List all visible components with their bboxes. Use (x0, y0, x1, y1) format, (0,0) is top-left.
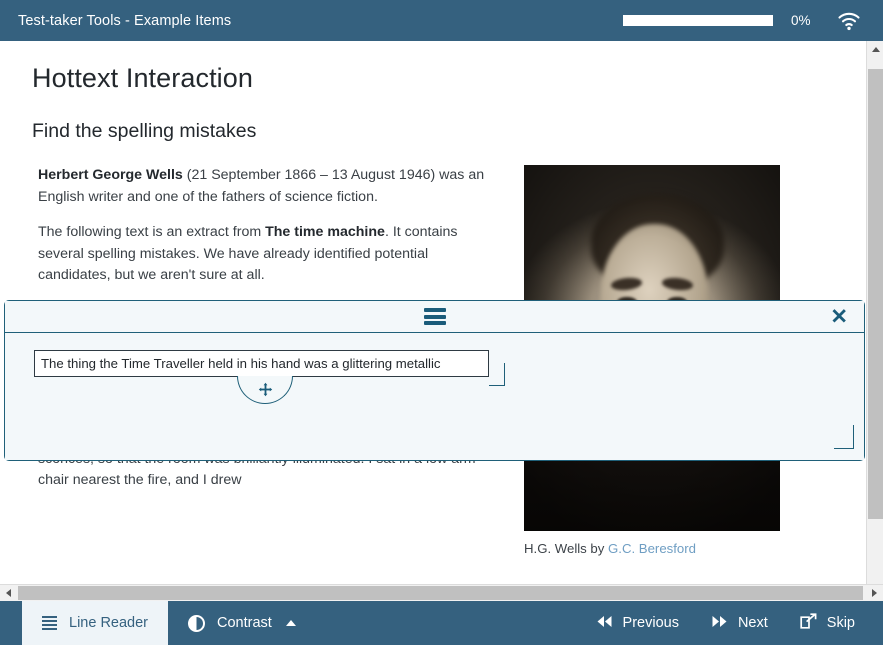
skip-button[interactable]: Skip (784, 601, 871, 645)
top-header-bar: Test-taker Tools - Example Items 0% (0, 0, 883, 41)
move-arrows-glyph (258, 382, 273, 397)
next-button-label: Next (738, 615, 768, 631)
section-title: Find the spelling mistakes (32, 120, 825, 143)
hamburger-bar-3 (424, 321, 446, 325)
scroll-up-arrow[interactable] (867, 41, 883, 58)
app-root: Test-taker Tools - Example Items 0% Hott… (0, 0, 883, 645)
vertical-scrollbar[interactable] (866, 41, 883, 601)
intro-paragraph: The following text is an extract from Th… (38, 222, 490, 287)
move-icon[interactable] (237, 376, 293, 404)
line-reader-overlay[interactable]: ✕ The thing the Time Traveller held in h… (4, 300, 865, 461)
wifi-icon (837, 10, 861, 32)
navigation-group: Previous Next (580, 601, 871, 645)
scroll-right-arrow[interactable] (866, 585, 883, 601)
page-title: Hottext Interaction (32, 63, 825, 94)
line-reader-header: ✕ (5, 301, 864, 333)
book-title: The time machine (265, 224, 385, 240)
chevron-up-icon (286, 620, 296, 626)
caption-text: H.G. Wells by (524, 541, 608, 556)
resize-corner-icon-inner[interactable] (489, 363, 505, 386)
hamburger-bar-2 (424, 315, 446, 319)
next-icon (711, 615, 728, 632)
progress-bar (623, 15, 773, 26)
previous-button-label: Previous (623, 615, 679, 631)
scroll-left-arrow[interactable] (0, 585, 17, 601)
next-button[interactable]: Next (695, 601, 784, 645)
app-title: Test-taker Tools - Example Items (18, 13, 231, 29)
previous-icon (596, 615, 613, 632)
bottom-toolbar: Line Reader Contrast Previous (0, 601, 883, 645)
hamburger-icon[interactable] (424, 308, 446, 325)
line-reader-window[interactable]: The thing the Time Traveller held in his… (34, 350, 489, 377)
contrast-button-label: Contrast (217, 615, 272, 631)
line-reader-button[interactable]: Line Reader (22, 601, 168, 645)
skip-button-label: Skip (827, 615, 855, 631)
bio-name: Herbert George Wells (38, 167, 183, 183)
horizontal-scroll-thumb[interactable] (18, 586, 863, 600)
line-reader-body: The thing the Time Traveller held in his… (5, 333, 864, 460)
resize-corner-icon[interactable] (834, 425, 854, 449)
topbar-right-group: 0% (623, 10, 883, 32)
previous-button[interactable]: Previous (580, 601, 695, 645)
contrast-button[interactable]: Contrast (168, 601, 316, 645)
progress-label: 0% (791, 13, 825, 28)
intro-pre: The following text is an extract from (38, 224, 265, 240)
close-icon[interactable]: ✕ (830, 306, 848, 327)
horizontal-scrollbar[interactable] (0, 584, 883, 601)
bio-paragraph: Herbert George Wells (21 September 1866 … (38, 165, 490, 208)
image-caption: H.G. Wells by G.C. Beresford (524, 541, 780, 556)
hamburger-bar-1 (424, 308, 446, 312)
vertical-scroll-thumb[interactable] (868, 69, 883, 519)
external-link-icon (800, 613, 817, 633)
line-reader-button-label: Line Reader (69, 615, 148, 631)
line-reader-icon (42, 616, 57, 630)
contrast-icon (188, 615, 205, 632)
line-reader-window-text: The thing the Time Traveller held in his… (41, 356, 441, 371)
caption-link[interactable]: G.C. Beresford (608, 541, 696, 556)
